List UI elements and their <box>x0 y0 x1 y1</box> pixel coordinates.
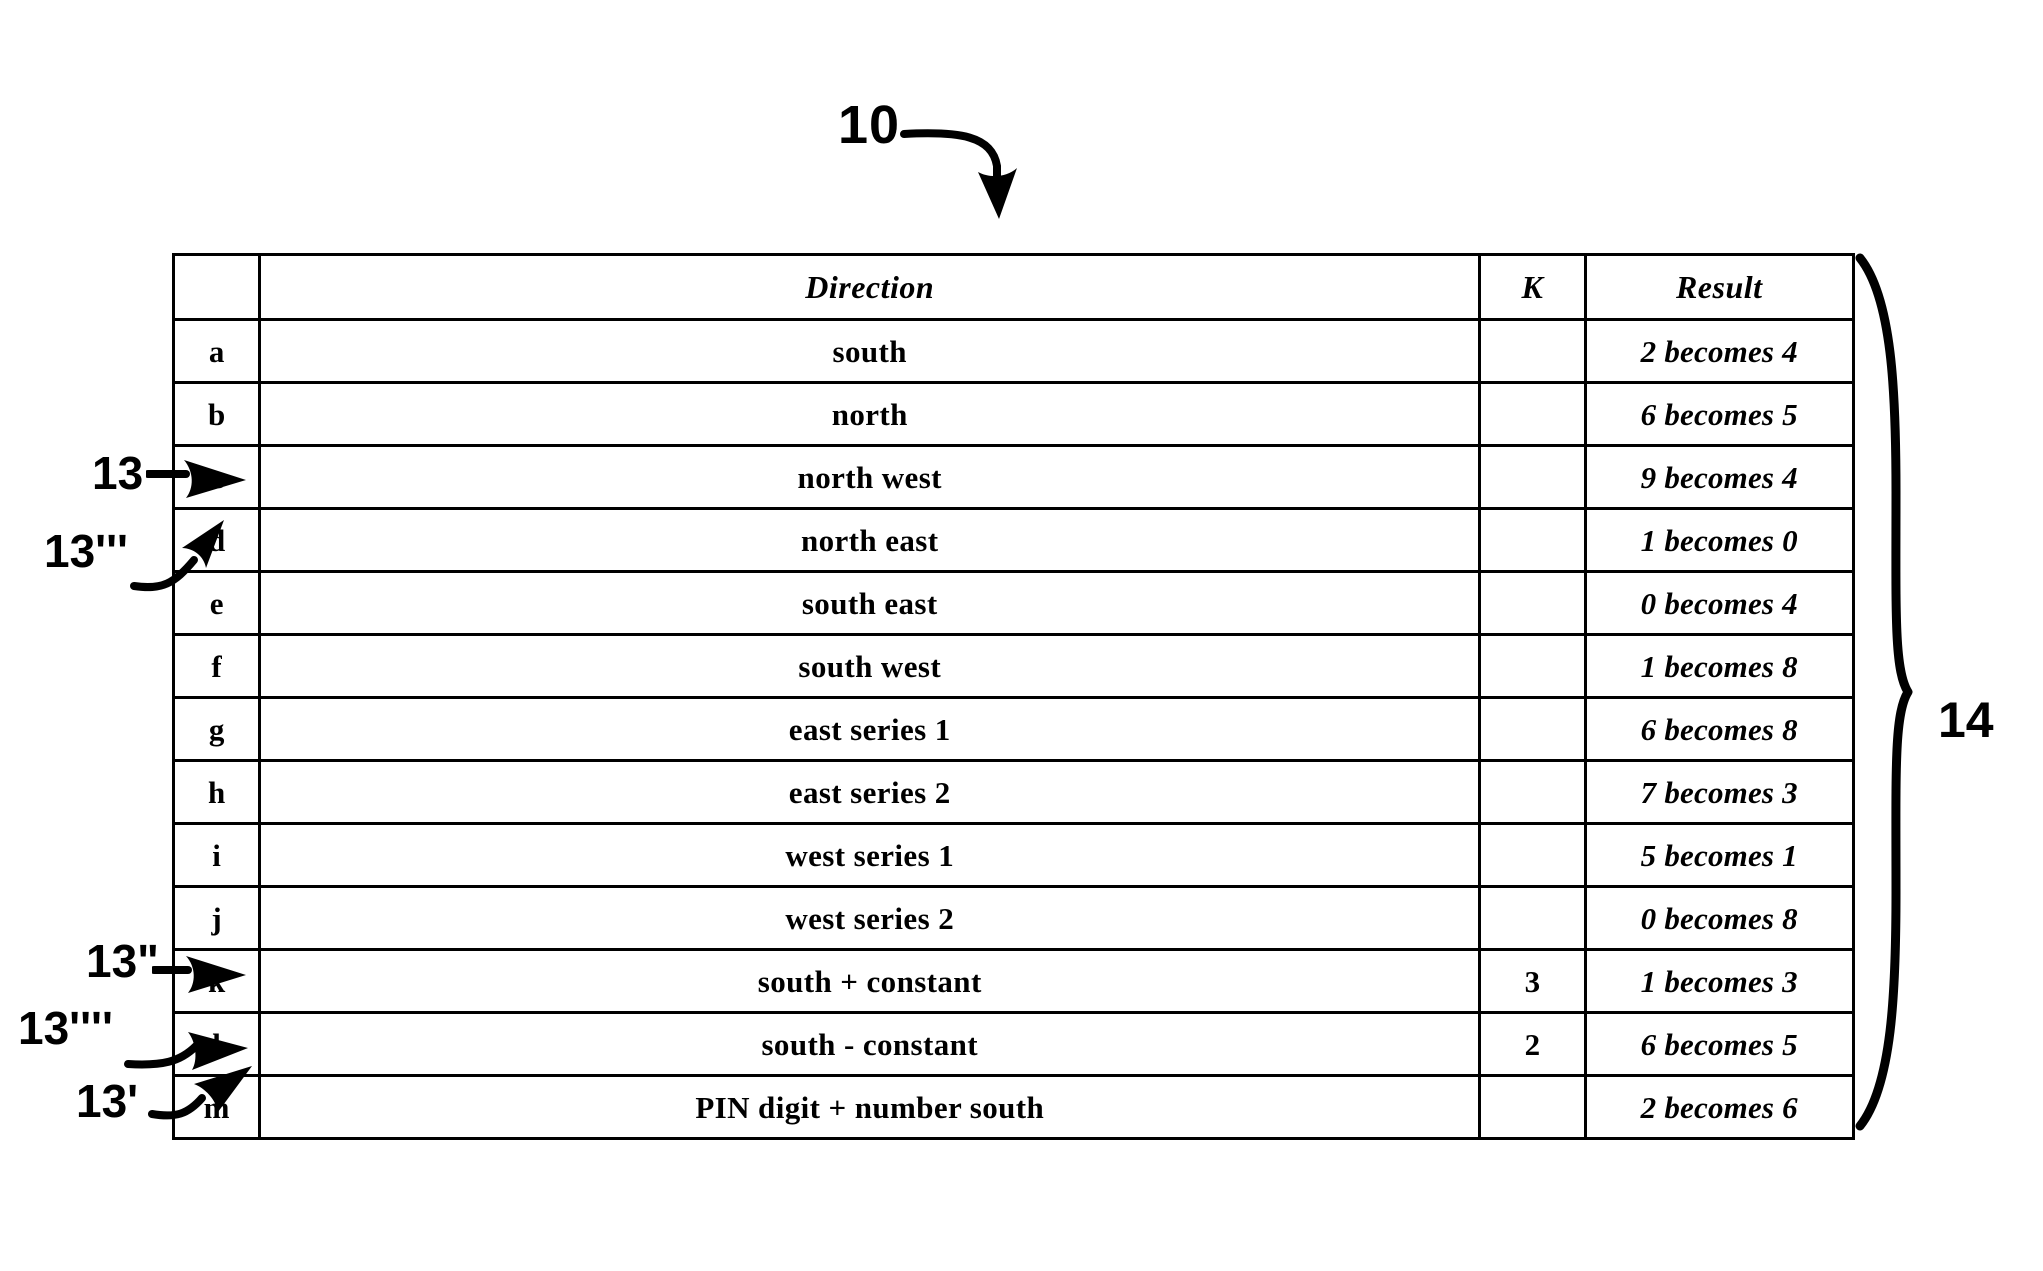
row-direction: south east <box>258 570 1482 636</box>
table-row: d north east 1 becomes 0 <box>171 507 1855 573</box>
header-label <box>171 253 262 321</box>
row-k: 2 <box>1478 1011 1587 1077</box>
row-direction: north <box>258 381 1482 447</box>
callout-arrow-13-prime <box>148 1066 252 1120</box>
table-row: f south west 1 becomes 8 <box>171 633 1855 699</box>
row-k <box>1478 696 1587 762</box>
row-label: j <box>171 885 262 951</box>
row-direction: south west <box>258 633 1482 699</box>
callout-label-13-double-prime: 13" <box>86 935 159 987</box>
row-result: 7 becomes 3 <box>1583 759 1855 825</box>
callout-label-13: 13 <box>92 447 144 499</box>
row-direction: south <box>258 318 1482 384</box>
callout-label-13-quad-prime: 13'''' <box>18 1002 113 1054</box>
table-row: m PIN digit + number south 2 becomes 6 <box>171 1074 1855 1140</box>
row-label: f <box>171 633 262 699</box>
row-result: 2 becomes 4 <box>1583 318 1855 384</box>
row-direction: west series 2 <box>258 885 1482 951</box>
row-result: 1 becomes 3 <box>1583 948 1855 1014</box>
row-label: i <box>171 822 262 888</box>
row-direction: south + constant <box>258 948 1482 1014</box>
row-k <box>1478 444 1587 510</box>
row-label: g <box>171 696 262 762</box>
table-row: i west series 1 5 becomes 1 <box>171 822 1855 888</box>
table-header-row: Direction K Result <box>171 253 1855 321</box>
row-k <box>1478 633 1587 699</box>
row-direction: south - constant <box>258 1011 1482 1077</box>
header-direction: Direction <box>258 253 1482 321</box>
row-direction: north west <box>258 444 1482 510</box>
header-result: Result <box>1583 253 1855 321</box>
row-label: a <box>171 318 262 384</box>
row-result: 0 becomes 4 <box>1583 570 1855 636</box>
table-row: l south - constant 2 6 becomes 5 <box>171 1011 1855 1077</box>
row-direction: east series 1 <box>258 696 1482 762</box>
row-result: 1 becomes 0 <box>1583 507 1855 573</box>
row-result: 6 becomes 8 <box>1583 696 1855 762</box>
row-direction: PIN digit + number south <box>258 1074 1482 1140</box>
row-direction: west series 1 <box>258 822 1482 888</box>
row-k <box>1478 1074 1587 1140</box>
figure-reference-14: 14 <box>1938 692 1994 748</box>
table-row: a south 2 becomes 4 <box>171 318 1855 384</box>
row-result: 0 becomes 8 <box>1583 885 1855 951</box>
row-direction: north east <box>258 507 1482 573</box>
row-k <box>1478 822 1587 888</box>
figure-reference-10: 10 <box>838 95 901 155</box>
row-label: b <box>171 381 262 447</box>
table-row: e south east 0 becomes 4 <box>171 570 1855 636</box>
row-k <box>1478 318 1587 384</box>
row-k: 3 <box>1478 948 1587 1014</box>
row-k <box>1478 507 1587 573</box>
callout-label-13-prime: 13' <box>76 1075 139 1127</box>
row-direction: east series 2 <box>258 759 1482 825</box>
row-label: h <box>171 759 262 825</box>
callout-arrow-13-double-prime <box>152 956 246 993</box>
table-row: h east series 2 7 becomes 3 <box>171 759 1855 825</box>
table-row: g east series 1 6 becomes 8 <box>171 696 1855 762</box>
row-result: 6 becomes 5 <box>1583 381 1855 447</box>
row-result: 5 becomes 1 <box>1583 822 1855 888</box>
callout-arrow-13-triple-prime <box>130 520 224 592</box>
callout-label-13-triple-prime: 13''' <box>44 525 128 577</box>
row-k <box>1478 759 1587 825</box>
row-result: 9 becomes 4 <box>1583 444 1855 510</box>
row-k <box>1478 570 1587 636</box>
row-result: 1 becomes 8 <box>1583 633 1855 699</box>
callout-arrow-13 <box>146 460 246 498</box>
row-result: 6 becomes 5 <box>1583 1011 1855 1077</box>
header-k: K <box>1478 253 1587 321</box>
row-k <box>1478 381 1587 447</box>
row-k <box>1478 885 1587 951</box>
table-row: k south + constant 3 1 becomes 3 <box>171 948 1855 1014</box>
figure-reference-10-arrow <box>900 129 1017 219</box>
table-grouping-brace <box>1855 253 1913 1131</box>
row-result: 2 becomes 6 <box>1583 1074 1855 1140</box>
table-row: c north west 9 becomes 4 <box>171 444 1855 510</box>
table-row: b north 6 becomes 5 <box>171 381 1855 447</box>
directions-table: Direction K Result a south 2 becomes 4 b… <box>171 253 1855 1140</box>
table-row: j west series 2 0 becomes 8 <box>171 885 1855 951</box>
